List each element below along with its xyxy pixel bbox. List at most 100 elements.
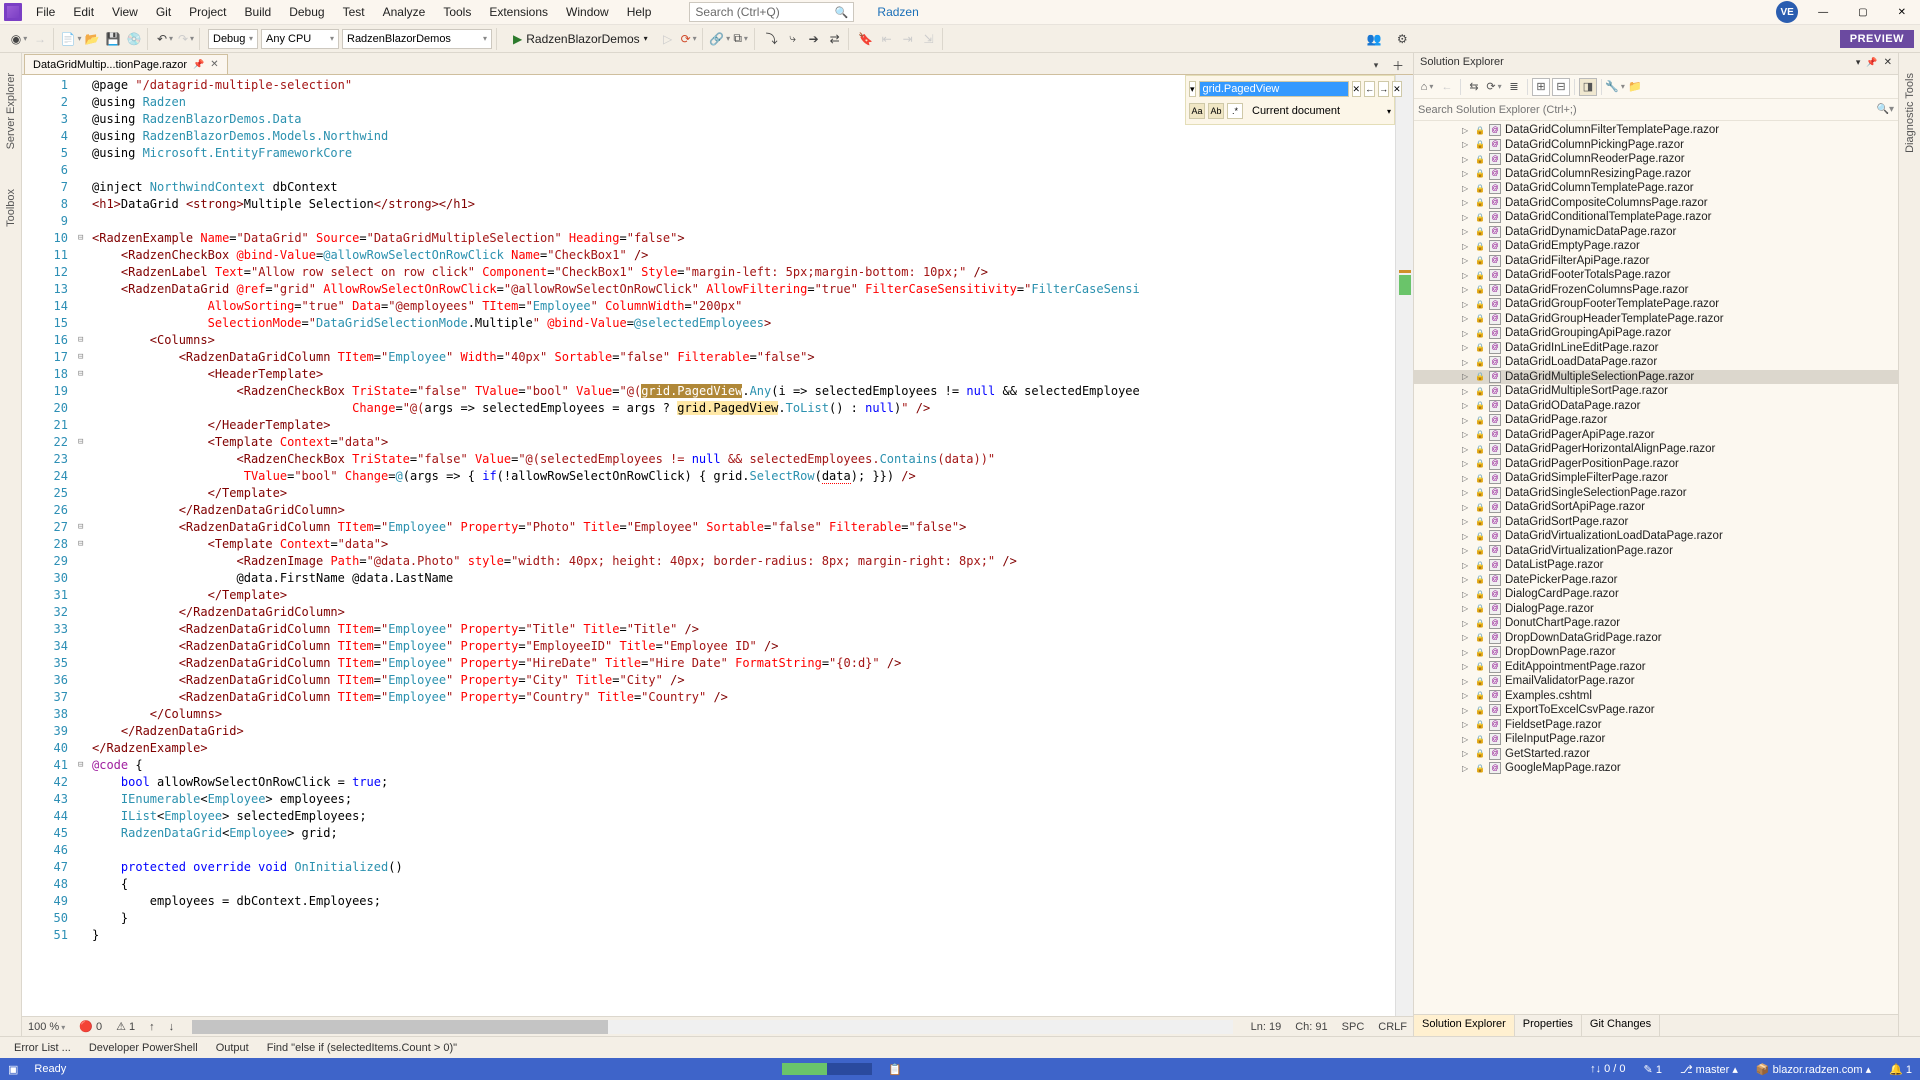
save-button[interactable]: 💾 bbox=[104, 30, 122, 48]
live-share-icon[interactable]: 👥 bbox=[1365, 30, 1383, 48]
tree-item[interactable]: ▷🔒@EditAppointmentPage.razor bbox=[1414, 660, 1898, 675]
hot-reload-button[interactable]: ⟳ bbox=[680, 30, 698, 48]
se-filter-icon[interactable]: ≣ bbox=[1505, 78, 1523, 96]
tree-item[interactable]: ▷🔒@DataListPage.razor bbox=[1414, 558, 1898, 573]
bottom-tab[interactable]: Find "else if (selectedItems.Count > 0)" bbox=[259, 1040, 465, 1056]
feedback-icon[interactable]: ⚙ bbox=[1393, 30, 1411, 48]
tree-item[interactable]: ▷🔒@DataGridSortPage.razor bbox=[1414, 515, 1898, 530]
editor[interactable]: 1234567891011121314151617181920212223242… bbox=[22, 75, 1413, 1016]
menu-analyze[interactable]: Analyze bbox=[375, 2, 434, 22]
tree-item[interactable]: ▷🔒@DataGridFilterApiPage.razor bbox=[1414, 254, 1898, 269]
indent-mode[interactable]: SPC bbox=[1342, 1021, 1365, 1033]
find-close-icon[interactable]: ✕ bbox=[1392, 81, 1402, 97]
step-into-icon[interactable]: ⤷ bbox=[784, 30, 802, 48]
tree-item[interactable]: ▷🔒@GetStarted.razor bbox=[1414, 747, 1898, 762]
find-clear-icon[interactable]: ✕ bbox=[1352, 81, 1362, 97]
error-count[interactable]: 🔴 0 bbox=[79, 1020, 102, 1033]
tree-item[interactable]: ▷🔒@DataGridInLineEditPage.razor bbox=[1414, 341, 1898, 356]
h-scrollbar[interactable] bbox=[192, 1020, 1232, 1034]
tree-item[interactable]: ▷🔒@DataGridVirtualizationPage.razor bbox=[1414, 544, 1898, 559]
se-showall-icon[interactable]: ⊞ bbox=[1532, 78, 1550, 96]
diagnostic-tools-tab[interactable]: Diagnostic Tools bbox=[1904, 73, 1916, 153]
tb-misc3[interactable]: ⇤ bbox=[878, 30, 896, 48]
tree-item[interactable]: ▷🔒@DataGridSingleSelectionPage.razor bbox=[1414, 486, 1898, 501]
menu-extensions[interactable]: Extensions bbox=[481, 2, 556, 22]
solution-tree[interactable]: ▷🔒@DataGridColumnFilterTemplatePage.razo… bbox=[1414, 121, 1898, 1014]
platform-combo[interactable]: Any CPU bbox=[261, 29, 339, 49]
warning-count[interactable]: ⚠ 1 bbox=[116, 1020, 135, 1033]
tree-item[interactable]: ▷🔒@EmailValidatorPage.razor bbox=[1414, 674, 1898, 689]
step-over-icon[interactable]: ⤵ bbox=[763, 30, 781, 48]
nav-down-icon[interactable]: ↓ bbox=[169, 1021, 175, 1033]
tree-item[interactable]: ▷🔒@DataGridColumnTemplatePage.razor bbox=[1414, 181, 1898, 196]
bottom-tab[interactable]: Developer PowerShell bbox=[81, 1040, 206, 1056]
find-prev-icon[interactable]: ← bbox=[1364, 81, 1375, 97]
tree-item[interactable]: ▷🔒@GoogleMapPage.razor bbox=[1414, 761, 1898, 776]
panel-pin-icon[interactable]: 📌 bbox=[1866, 57, 1877, 67]
open-button[interactable]: 📂 bbox=[83, 30, 101, 48]
tree-item[interactable]: ▷🔒@DataGridPagerApiPage.razor bbox=[1414, 428, 1898, 443]
se-preview-icon[interactable]: ◨ bbox=[1579, 78, 1597, 96]
git-pending-count[interactable]: ✎ 1 bbox=[1644, 1063, 1662, 1076]
tree-item[interactable]: ▷🔒@DataGridConditionalTemplatePage.razor bbox=[1414, 210, 1898, 225]
menu-tools[interactable]: Tools bbox=[435, 2, 479, 22]
regex-icon[interactable]: .* bbox=[1227, 103, 1243, 119]
server-explorer-tab[interactable]: Server Explorer bbox=[5, 73, 17, 149]
maximize-button[interactable]: ▢ bbox=[1848, 3, 1877, 22]
tree-item[interactable]: ▷🔒@DialogPage.razor bbox=[1414, 602, 1898, 617]
tree-item[interactable]: ▷🔒@ExportToExcelCsvPage.razor bbox=[1414, 703, 1898, 718]
project-combo[interactable]: RadzenBlazorDemos bbox=[342, 29, 492, 49]
tree-item[interactable]: ▷🔒@DonutChartPage.razor bbox=[1414, 616, 1898, 631]
tree-item[interactable]: ▷🔒@DialogCardPage.razor bbox=[1414, 587, 1898, 602]
bottom-tab[interactable]: Output bbox=[208, 1040, 257, 1056]
tree-item[interactable]: ▷🔒@DataGridColumnReoderPage.razor bbox=[1414, 152, 1898, 167]
tree-item[interactable]: ▷🔒@DataGridCompositeColumnsPage.razor bbox=[1414, 196, 1898, 211]
tree-item[interactable]: ▷🔒@DataGridVirtualizationLoadDataPage.ra… bbox=[1414, 529, 1898, 544]
start-button[interactable]: ▶RadzenBlazorDemos▾ bbox=[505, 30, 656, 48]
panel-tab[interactable]: Solution Explorer bbox=[1414, 1015, 1515, 1036]
tab-dropdown-icon[interactable]: ▾ bbox=[1367, 56, 1385, 74]
find-next-icon[interactable]: → bbox=[1378, 81, 1389, 97]
find-scope[interactable]: Current document bbox=[1246, 105, 1384, 117]
se-properties-icon[interactable]: 🔧 bbox=[1606, 78, 1624, 96]
tb-misc2[interactable]: ⇄ bbox=[826, 30, 844, 48]
nav-up-icon[interactable]: ↑ bbox=[149, 1021, 155, 1033]
new-button[interactable]: 📄 bbox=[62, 30, 80, 48]
tree-item[interactable]: ▷🔒@DataGridColumnFilterTemplatePage.razo… bbox=[1414, 123, 1898, 138]
toolbox-tab[interactable]: Toolbox bbox=[5, 189, 17, 227]
tree-item[interactable]: ▷🔒@DataGridFooterTotalsPage.razor bbox=[1414, 268, 1898, 283]
tree-item[interactable]: ▷🔒@DataGridGroupFooterTemplatePage.razor bbox=[1414, 297, 1898, 312]
se-back-icon[interactable]: ← bbox=[1438, 78, 1456, 96]
tree-item[interactable]: ▷🔒@DatePickerPage.razor bbox=[1414, 573, 1898, 588]
menu-window[interactable]: Window bbox=[558, 2, 617, 22]
tree-item[interactable]: ▷🔒@DataGridSortApiPage.razor bbox=[1414, 500, 1898, 515]
tree-item[interactable]: ▷🔒@FieldsetPage.razor bbox=[1414, 718, 1898, 733]
tree-item[interactable]: ▷🔒@DataGridGroupingApiPage.razor bbox=[1414, 326, 1898, 341]
tree-item[interactable]: ▷🔒@DataGridFrozenColumnsPage.razor bbox=[1414, 283, 1898, 298]
tree-item[interactable]: ▷🔒@DataGridODataPage.razor bbox=[1414, 399, 1898, 414]
tree-item[interactable]: ▷🔒@DataGridMultipleSelectionPage.razor bbox=[1414, 370, 1898, 385]
tree-item[interactable]: ▷🔒@DataGridPagerHorizontalAlignPage.razo… bbox=[1414, 442, 1898, 457]
start-noDebug-button[interactable]: ▷ bbox=[659, 30, 677, 48]
panel-dropdown-icon[interactable]: ▾ bbox=[1856, 57, 1861, 67]
tree-item[interactable]: ▷🔒@DropDownPage.razor bbox=[1414, 645, 1898, 660]
menu-project[interactable]: Project bbox=[181, 2, 234, 22]
menu-edit[interactable]: Edit bbox=[65, 2, 102, 22]
tree-item[interactable]: ▷🔒@DataGridColumnPickingPage.razor bbox=[1414, 138, 1898, 153]
zoom-level[interactable]: 100 % bbox=[28, 1021, 65, 1033]
tab-close-icon[interactable]: ✕ bbox=[210, 59, 218, 70]
menu-file[interactable]: File bbox=[28, 2, 63, 22]
se-sync-icon[interactable]: ⇆ bbox=[1465, 78, 1483, 96]
step-out-icon[interactable]: ➔ bbox=[805, 30, 823, 48]
fwd-button[interactable]: → bbox=[31, 30, 49, 48]
tree-item[interactable]: ▷🔒@DataGridEmptyPage.razor bbox=[1414, 239, 1898, 254]
tb-misc1[interactable]: ⧉ bbox=[732, 30, 750, 48]
tree-item[interactable]: ▷🔒@DataGridDynamicDataPage.razor bbox=[1414, 225, 1898, 240]
tree-item[interactable]: ▷🔒@DataGridPage.razor bbox=[1414, 413, 1898, 428]
menu-git[interactable]: Git bbox=[148, 2, 179, 22]
tree-item[interactable]: ▷🔒@DataGridSimpleFilterPage.razor bbox=[1414, 471, 1898, 486]
tree-item[interactable]: ▷🔒@FileInputPage.razor bbox=[1414, 732, 1898, 747]
quick-search[interactable]: Search (Ctrl+Q) 🔍 bbox=[689, 2, 854, 22]
whole-word-icon[interactable]: Ab bbox=[1208, 103, 1224, 119]
browser-link-button[interactable]: 🔗 bbox=[711, 30, 729, 48]
